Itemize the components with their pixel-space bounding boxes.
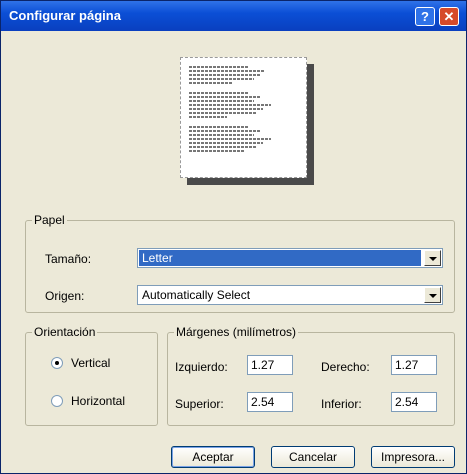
cancel-button[interactable]: Cancelar [271,446,355,468]
horizontal-radio[interactable] [51,395,63,407]
chevron-down-icon[interactable] [424,287,441,303]
source-value: Automatically Select [142,288,251,302]
paper-legend: Papel [34,213,65,227]
bottom-margin-input[interactable]: 2.54 [391,392,437,412]
right-margin-label: Derecho: [321,360,370,374]
margins-legend: Márgenes (milímetros) [176,325,297,339]
help-button[interactable]: ? [415,7,435,26]
top-margin-input[interactable]: 2.54 [247,392,293,412]
orientation-legend: Orientación [34,325,96,339]
size-select[interactable]: Letter [137,248,443,268]
source-select[interactable]: Automatically Select [137,285,443,305]
size-label: Tamaño: [45,252,92,266]
vertical-radio[interactable] [51,357,63,369]
page-preview [180,57,316,187]
vertical-label[interactable]: Vertical [71,356,110,370]
right-margin-input[interactable]: 1.27 [391,355,437,375]
printer-button[interactable]: Impresora... [371,446,455,468]
chevron-down-icon[interactable] [424,250,441,266]
page-setup-dialog: Configurar página ? ✕ Papel Tamaño: Lett… [0,0,467,474]
horizontal-label[interactable]: Horizontal [71,394,125,408]
source-label: Origen: [45,289,85,303]
ok-button[interactable]: Aceptar [171,446,255,468]
page-preview-lines [189,66,298,154]
page-preview-sheet [180,57,307,178]
dialog-title: Configurar página [9,8,121,23]
title-bar[interactable]: Configurar página ? ✕ [1,1,466,31]
bottom-margin-label: Inferior: [321,397,362,411]
orientation-group: Orientación [25,325,158,426]
left-margin-label: Izquierdo: [175,360,228,374]
close-button[interactable]: ✕ [439,7,459,26]
top-margin-label: Superior: [175,397,224,411]
left-margin-input[interactable]: 1.27 [247,355,293,375]
size-value: Letter [142,251,173,265]
